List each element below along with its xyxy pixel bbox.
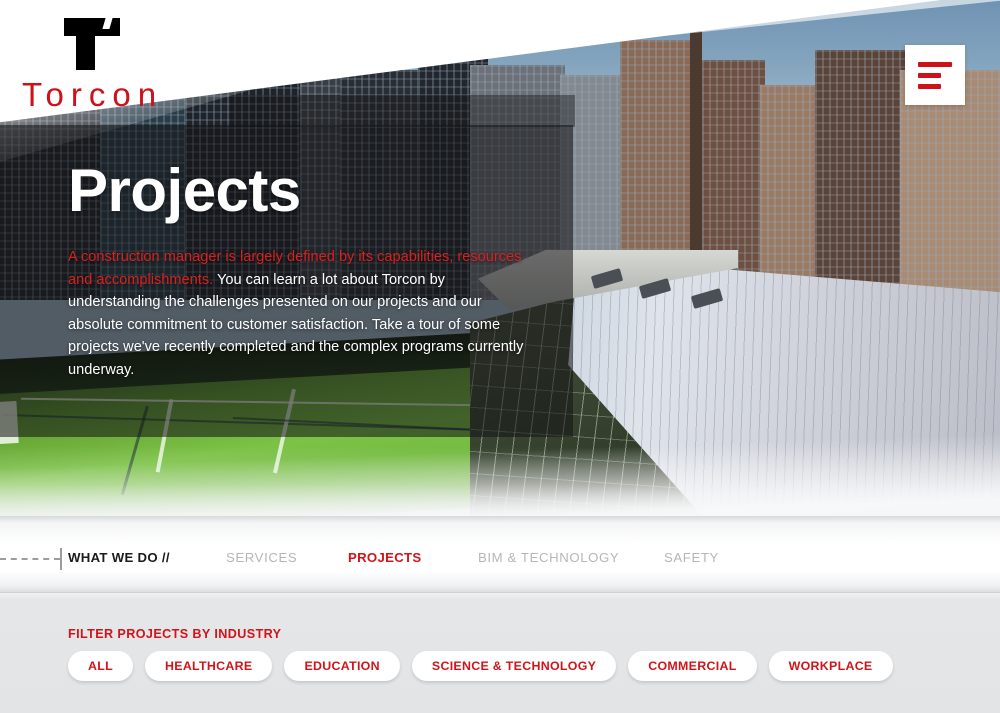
hero-description: A construction manager is largely define… bbox=[68, 246, 538, 381]
hamburger-bar-top bbox=[918, 61, 952, 67]
filter-pill-row: ALL HEALTHCARE EDUCATION SCIENCE & TECHN… bbox=[68, 651, 893, 681]
filter-pill-all[interactable]: ALL bbox=[68, 651, 133, 681]
hamburger-bar-bottom bbox=[918, 83, 941, 89]
page-title: Projects bbox=[68, 157, 301, 224]
hamburger-bar-middle bbox=[918, 72, 941, 78]
hero-content: Projects A construction manager is large… bbox=[68, 157, 538, 381]
nav-item-services[interactable]: SERVICES bbox=[226, 550, 297, 565]
nav-dashed-rule bbox=[0, 558, 60, 560]
nav-item-projects[interactable]: PROJECTS bbox=[348, 550, 421, 565]
hamburger-menu-icon[interactable] bbox=[905, 45, 965, 105]
nav-item-bim-technology[interactable]: BIM & TECHNOLOGY bbox=[478, 550, 619, 565]
building bbox=[760, 85, 820, 290]
nav-section-label: WHAT WE DO // bbox=[68, 550, 170, 565]
nav-item-safety[interactable]: SAFETY bbox=[664, 550, 719, 565]
filter-section-title: FILTER PROJECTS BY INDUSTRY bbox=[68, 627, 282, 641]
torcon-logo[interactable]: Torcon bbox=[22, 18, 202, 111]
torcon-t-mark-icon bbox=[64, 18, 120, 70]
page-root: Projects A construction manager is large… bbox=[0, 0, 1000, 713]
building bbox=[815, 50, 905, 300]
logo-wordmark: Torcon bbox=[22, 76, 164, 113]
filter-pill-healthcare[interactable]: HEALTHCARE bbox=[145, 651, 273, 681]
filter-pill-commercial[interactable]: COMMERCIAL bbox=[628, 651, 757, 681]
filter-pill-science-technology[interactable]: SCIENCE & TECHNOLOGY bbox=[411, 651, 617, 681]
filter-pill-workplace[interactable]: WORKPLACE bbox=[768, 651, 893, 681]
filter-pill-education[interactable]: EDUCATION bbox=[284, 651, 400, 681]
nav-tick-mark bbox=[60, 548, 62, 570]
hero-panel-upper bbox=[230, 95, 575, 127]
